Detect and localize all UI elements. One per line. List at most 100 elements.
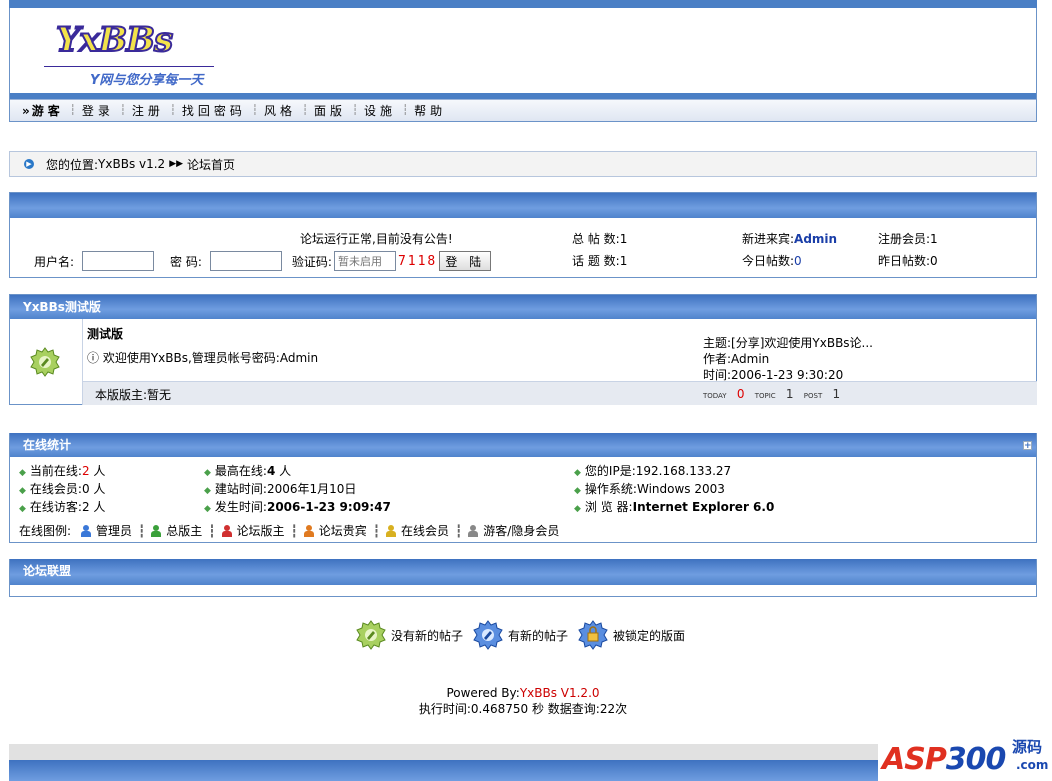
logo[interactable]: YxBBs bbox=[55, 19, 186, 61]
unit: 人 bbox=[89, 464, 106, 478]
online-guests-value: 2 bbox=[81, 500, 90, 514]
nav-panel[interactable]: 面版 bbox=[314, 102, 346, 119]
category-title[interactable]: YxBBs测试版 bbox=[10, 295, 1036, 319]
legend-moderator: 论坛版主 bbox=[236, 524, 285, 538]
total-posts-stat: 总 帖 数:1 bbox=[572, 230, 627, 247]
status-icon-legend: 没有新的帖子 有新的帖子 被锁定的版面 bbox=[356, 620, 695, 650]
nav-style[interactable]: 风格 bbox=[264, 102, 296, 119]
forum-name[interactable]: 测试版 bbox=[87, 325, 123, 342]
nav-separator: ┆ bbox=[69, 105, 76, 116]
powered-link[interactable]: YxBBs V1.2.0 bbox=[520, 686, 600, 700]
newest-member-link[interactable]: Admin bbox=[794, 232, 837, 246]
watermark-cn: 源码 bbox=[1012, 738, 1043, 756]
captcha-input[interactable] bbox=[333, 251, 396, 271]
topics-value: 1 bbox=[619, 254, 628, 268]
unit: 人 bbox=[89, 500, 106, 514]
current-online-label: 当前在线: bbox=[29, 464, 82, 478]
legend-guest: 游客/隐身会员 bbox=[483, 524, 560, 538]
nav-guest: 游客 bbox=[31, 104, 64, 118]
member-icon bbox=[386, 524, 397, 537]
forum-category: YxBBs测试版 测试版 ⓘ 欢迎使用YxBBs,管理员帐号密码:Admin 主… bbox=[9, 294, 1037, 405]
forum-description: ⓘ 欢迎使用YxBBs,管理员帐号密码:Admin bbox=[87, 349, 318, 366]
super-moderator-icon bbox=[151, 524, 162, 537]
powered-prefix: Powered By: bbox=[446, 686, 520, 700]
username-input[interactable] bbox=[82, 251, 155, 271]
bullet-icon: ◆ bbox=[19, 504, 26, 514]
nav-login[interactable]: 登录 bbox=[82, 102, 114, 119]
forum-union: 论坛联盟 bbox=[9, 559, 1037, 597]
announcement: 论坛运行正常,目前没有公告! bbox=[300, 232, 453, 246]
main-nav: » 游客 ┆ 登录 ┆ 注册 ┆ 找回密码 ┆ 风格 ┆ 面版 ┆ 设施 ┆ 帮… bbox=[10, 99, 1036, 121]
nav-separator: ┆ bbox=[169, 105, 176, 116]
topics-label: 话 题 数: bbox=[572, 254, 620, 268]
today-posts-value: 0 bbox=[794, 254, 802, 268]
breadcrumb: ▶ 您的位置: YxBBs v1.2 ▶▶ 论坛首页 bbox=[9, 151, 1037, 177]
legend-separator: ┇ bbox=[372, 523, 381, 538]
registered-label: 注册会员: bbox=[878, 232, 931, 246]
login-form: 用户名: 密 码: 验证码: 7118 登 陆 bbox=[34, 251, 492, 271]
topic-count: 1 bbox=[785, 387, 794, 401]
nav-help[interactable]: 帮助 bbox=[414, 102, 446, 119]
expand-icon[interactable]: + bbox=[1023, 441, 1032, 451]
os-value: Windows 2003 bbox=[636, 482, 725, 496]
today-posts-stat: 今日帖数:0 bbox=[742, 252, 802, 269]
nav-recover-password[interactable]: 找回密码 bbox=[182, 102, 246, 119]
online-stats-header: 在线统计 + bbox=[10, 433, 1036, 457]
breadcrumb-arrow-icon: ▶▶ bbox=[169, 159, 184, 169]
nav-separator: ┆ bbox=[352, 105, 359, 116]
captcha-code: 7118 bbox=[397, 253, 438, 269]
exec-time: 执行时间:0.468750 秒 数据查询:22次 bbox=[418, 702, 628, 716]
nav-separator: ┆ bbox=[301, 105, 308, 116]
online-col-3: ◆ 您的IP是:192.168.133.27 ◆ 操作系统:Windows 2003… bbox=[574, 463, 774, 517]
legend-separator: ┇ bbox=[290, 523, 298, 538]
forum-counts: TODAY 0 TOPIC 1 POST 1 bbox=[703, 387, 848, 401]
breadcrumb-current: 论坛首页 bbox=[187, 157, 236, 172]
online-guests-label: 在线访客: bbox=[29, 500, 82, 514]
password-input[interactable] bbox=[209, 251, 282, 271]
bullet-icon: ◆ bbox=[204, 486, 211, 496]
forum-row: 测试版 ⓘ 欢迎使用YxBBs,管理员帐号密码:Admin 主题:[分享]欢迎使… bbox=[82, 319, 1037, 405]
site-built-value: 2006年1月10日 bbox=[266, 482, 357, 496]
forum-union-title: 论坛联盟 bbox=[10, 559, 1036, 585]
registered-stat: 注册会员:1 bbox=[878, 230, 938, 247]
occurred-value: 2006-1-23 9:09:47 bbox=[266, 500, 391, 514]
unit: 人 bbox=[275, 464, 292, 478]
username-label: 用户名: bbox=[34, 254, 75, 269]
login-button[interactable]: 登 陆 bbox=[439, 251, 492, 271]
topic-label: TOPIC bbox=[754, 392, 776, 400]
nav-arrow-icon: » bbox=[22, 103, 30, 118]
login-panel: 论坛运行正常,目前没有公告! 用户名: 密 码: 验证码: 7118 登 陆 总… bbox=[9, 192, 1037, 278]
nav-separator: ┆ bbox=[402, 105, 409, 116]
yesterday-posts-label: 昨日帖数: bbox=[878, 254, 931, 268]
last-post-topic[interactable]: 主题:[分享]欢迎使用YxBBs论... bbox=[703, 335, 873, 351]
yesterday-posts-stat: 昨日帖数:0 bbox=[878, 252, 938, 269]
moderator-icon bbox=[221, 524, 232, 537]
breadcrumb-home[interactable]: YxBBs v1.2 bbox=[98, 157, 165, 171]
legend-vip: 论坛贵宾 bbox=[318, 524, 367, 538]
bullet-icon: ◆ bbox=[19, 468, 26, 478]
guest-icon bbox=[468, 524, 479, 537]
online-members-label: 在线会员: bbox=[29, 482, 82, 496]
captcha-label: 验证码: bbox=[291, 254, 332, 269]
today-count: 0 bbox=[736, 387, 745, 401]
legend-no-new: 没有新的帖子 bbox=[356, 620, 463, 650]
legend-super-moderator: 总版主 bbox=[166, 524, 203, 538]
ip-label: 您的IP是: bbox=[584, 464, 636, 478]
newest-member-label: 新进来宾: bbox=[742, 232, 795, 246]
nav-facilities[interactable]: 设施 bbox=[364, 102, 396, 119]
post-count: 1 bbox=[832, 387, 841, 401]
slogan: Y网与您分享每一天 bbox=[90, 73, 204, 88]
online-col-1: ◆ 当前在线:2 人 ◆ 在线会员:0 人 ◆ 在线访客:2 人 bbox=[19, 463, 105, 517]
nav-register[interactable]: 注册 bbox=[132, 102, 164, 119]
browser-value: Internet Explorer 6.0 bbox=[632, 500, 775, 514]
browser-label: 浏 览 器: bbox=[584, 500, 633, 514]
no-new-label: 没有新的帖子 bbox=[391, 628, 464, 643]
legend-separator: ┇ bbox=[138, 523, 146, 538]
online-members-value: 0 bbox=[81, 482, 90, 496]
legend-separator: ┇ bbox=[455, 523, 463, 538]
watermark-300: 300 bbox=[945, 742, 1007, 777]
last-post-author[interactable]: 作者:Admin bbox=[703, 351, 873, 367]
locked-label: 被锁定的版面 bbox=[613, 628, 686, 643]
online-stats: 在线统计 + ◆ 当前在线:2 人 ◆ 在线会员:0 人 ◆ 在线访客:2 人 ◆ 最高… bbox=[9, 433, 1037, 543]
online-stats-title: 在线统计 bbox=[23, 438, 72, 452]
